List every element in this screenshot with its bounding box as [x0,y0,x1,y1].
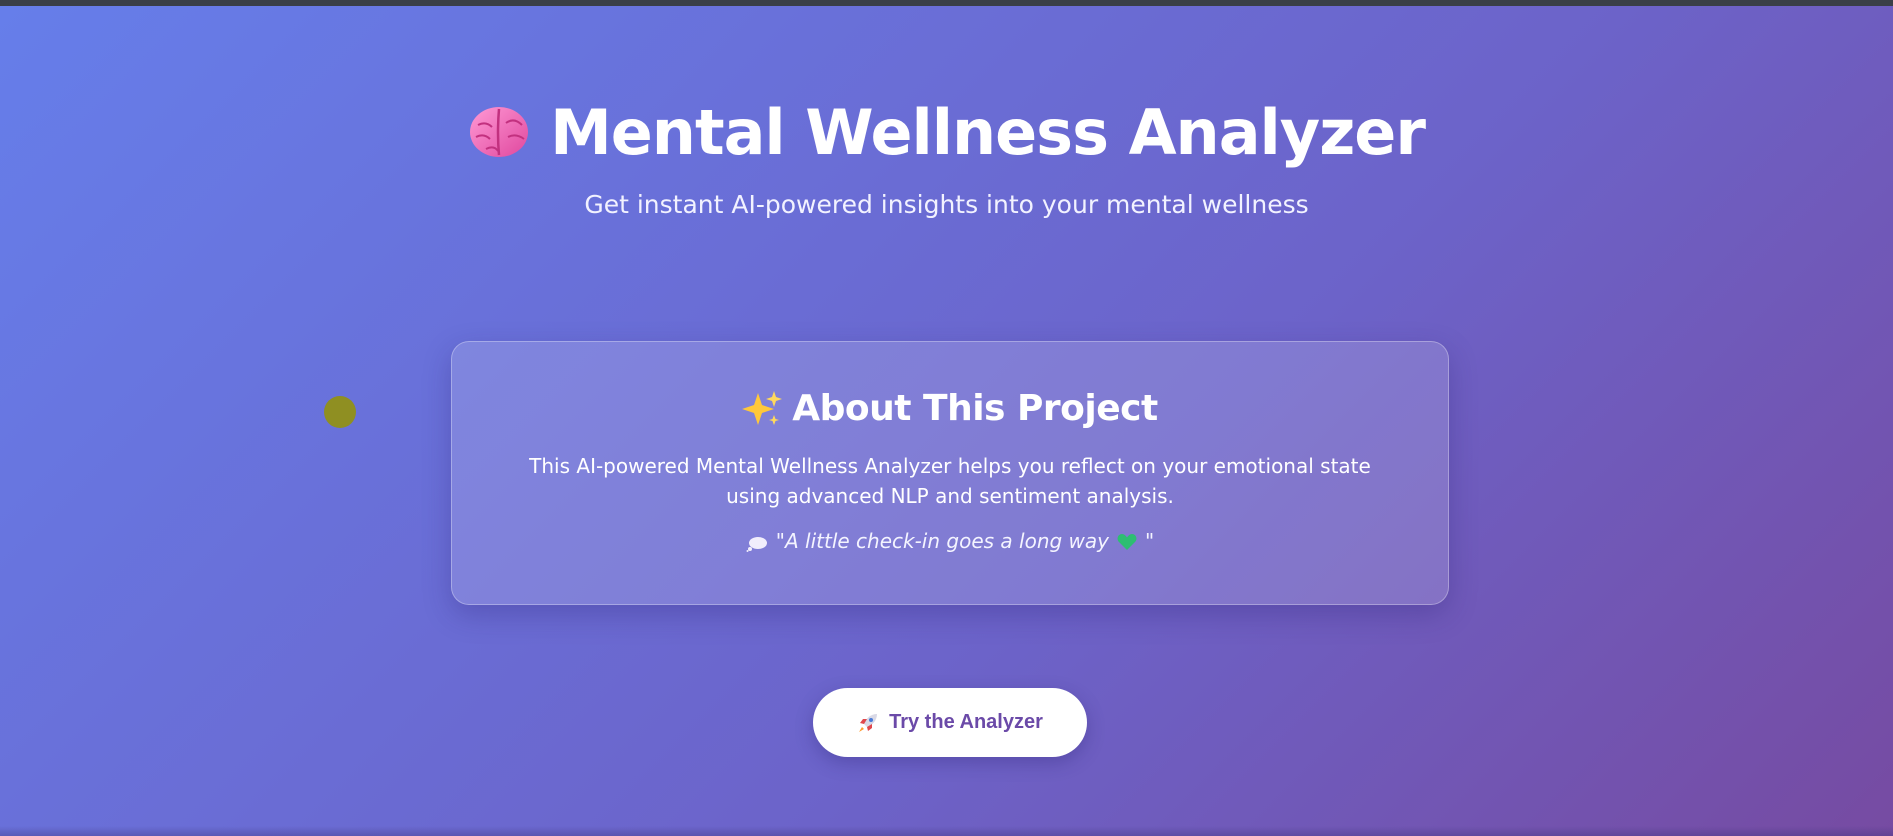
page-subtitle: Get instant AI-powered insights into you… [584,190,1309,219]
cursor-indicator [324,396,356,428]
quote: "A little check-in goes a long way " [452,529,1448,553]
quote-text: "A little check-in goes a long way [775,529,1109,553]
quote-end: " [1145,529,1155,553]
window-top-bar [0,0,1893,6]
about-title: About This Project [792,388,1158,429]
page-header: Mental Wellness Analyzer Get instant AI-… [0,92,1893,219]
brain-icon [468,103,530,161]
green-heart-icon [1117,532,1137,550]
try-analyzer-button[interactable]: Try the Analyzer [813,688,1087,757]
about-card: About This Project This AI-powered Menta… [451,341,1449,605]
about-title-row: About This Project [452,388,1448,429]
thought-bubble-icon [746,533,768,552]
title-row: Mental Wellness Analyzer [0,92,1893,172]
rocket-icon [857,712,879,734]
try-analyzer-label: Try the Analyzer [889,711,1043,733]
about-description: This AI-powered Mental Wellness Analyzer… [529,454,1371,508]
bottom-edge [0,826,1893,836]
sparkle-icon [742,389,783,429]
page-title: Mental Wellness Analyzer [550,95,1426,169]
